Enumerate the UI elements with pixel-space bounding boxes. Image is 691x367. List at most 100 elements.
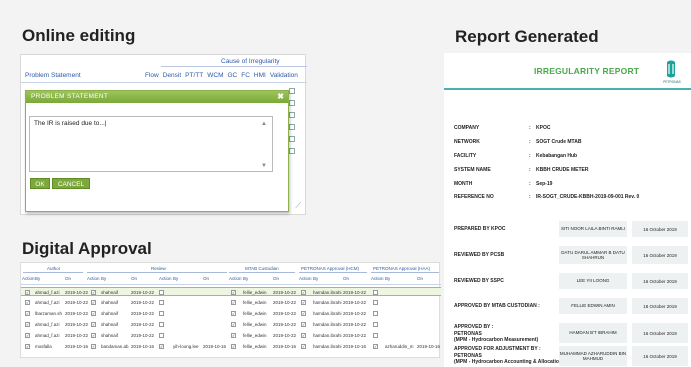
action-checkbox[interactable]: ✓ — [231, 289, 236, 295]
sub-header-on: On — [131, 276, 138, 281]
action-checkbox[interactable]: ✓ — [301, 299, 306, 305]
action-checkbox[interactable]: ✓ — [301, 321, 306, 327]
irregularity-report: IRREGULARITY REPORT PETRONAS COMPANY: KPO… — [444, 53, 691, 367]
cell-by: ahmad_f.azi — [35, 300, 60, 305]
problem-statement-textarea[interactable]: The IR is raised due to...| ▲ ▼ — [29, 116, 273, 172]
row-checkbox[interactable] — [289, 88, 295, 94]
cell-on: 2019-10-22 — [273, 322, 297, 327]
action-checkbox[interactable]: ✓ — [231, 310, 236, 316]
action-checkbox[interactable] — [159, 299, 164, 305]
info-network: NETWORK: SOGT Crude MTAB — [454, 139, 582, 145]
action-checkbox[interactable]: ✓ — [301, 332, 306, 338]
action-checkbox[interactable]: ✓ — [373, 343, 378, 349]
action-checkbox[interactable]: ✓ — [25, 321, 30, 327]
action-checkbox[interactable]: ✓ — [231, 332, 236, 338]
action-checkbox[interactable] — [373, 289, 378, 295]
table-row[interactable]: ✓ ahmad_f.azi 2019-10-22 ✓ shahnaif 2019-10-2… — [21, 298, 441, 307]
action-checkbox[interactable] — [159, 289, 164, 295]
action-checkbox[interactable] — [373, 299, 378, 305]
action-checkbox[interactable] — [159, 310, 164, 316]
table-row[interactable]: ✓ mosfalla 2019-10-16 ✓ bandaman.ab 2019-10-1… — [21, 342, 441, 351]
petronas-logo-icon: PETRONAS — [663, 60, 681, 84]
action-checkbox[interactable] — [373, 321, 378, 327]
action-checkbox[interactable]: ✓ — [91, 310, 96, 316]
action-checkbox[interactable]: ✓ — [25, 343, 30, 349]
action-checkbox[interactable]: ✓ — [25, 299, 30, 305]
cell-on: 2019-10-16 — [65, 344, 89, 349]
scroll-up-icon[interactable]: ▲ — [261, 121, 267, 127]
row-checkbox[interactable] — [289, 100, 295, 106]
action-checkbox[interactable]: ✓ — [91, 332, 96, 338]
row-checkbox[interactable] — [289, 148, 295, 154]
row-checkbox[interactable] — [289, 136, 295, 142]
action-checkbox[interactable]: ✓ — [25, 332, 30, 338]
group-author: Author — [47, 266, 61, 271]
info-reference-no: REFERENCE NO: IR-SOGT_CRUDE-KBBH-2019-09-… — [454, 194, 640, 200]
signoff-name: LEE YII LOONG — [559, 273, 627, 289]
col-gc[interactable]: GC — [227, 72, 237, 79]
col-wcm[interactable]: WCM — [207, 72, 223, 79]
row-checkbox[interactable] — [289, 124, 295, 130]
action-checkbox[interactable]: ✓ — [159, 343, 164, 349]
action-checkbox[interactable]: ✓ — [231, 343, 236, 349]
action-checkbox[interactable] — [373, 332, 378, 338]
table-row[interactable]: ✓ lbarzaman.sh 2019-10-22 ✓ shahnaif 2019-10-… — [21, 309, 441, 318]
table-row[interactable]: ✓ ahmad_f.azi 2019-10-22 ✓ shahnaif 2019-10-2… — [21, 287, 441, 296]
problem-statement-dialog: PROBLEM STATEMENT ✖ The IR is raised due… — [25, 90, 289, 212]
cell-by: shahnaif — [101, 300, 119, 305]
signoff-label: APPROVED FOR ADJUSTMENT BY : PETRONAS (M… — [454, 346, 564, 365]
action-checkbox[interactable]: ✓ — [301, 310, 306, 316]
action-checkbox[interactable]: ✓ — [25, 310, 30, 316]
cell-by: lbarzaman.sh — [35, 311, 63, 316]
cell-on: 2019-10-22 — [65, 311, 89, 316]
action-checkbox[interactable] — [159, 332, 164, 338]
cell-on: 2019-10-16 — [417, 344, 441, 349]
col-pt-tt[interactable]: PT/TT — [185, 72, 203, 79]
col-hmi[interactable]: HMI — [254, 72, 266, 79]
action-checkbox[interactable]: ✓ — [301, 289, 306, 295]
cell-by: yih-loong.lee — [173, 344, 199, 349]
scroll-down-icon[interactable]: ▼ — [261, 163, 267, 169]
dialog-title: PROBLEM STATEMENT — [26, 91, 288, 103]
sub-header-by: By — [243, 276, 249, 281]
close-icon[interactable]: ✖ — [277, 92, 284, 101]
action-checkbox[interactable]: ✓ — [301, 343, 306, 349]
cell-on: 2019-10-22 — [343, 311, 367, 316]
action-checkbox[interactable]: ✓ — [231, 299, 236, 305]
info-facility: FACILITY: Kebabangan Hub — [454, 153, 578, 159]
cell-on: 2019-10-22 — [131, 300, 155, 305]
action-checkbox[interactable]: ✓ — [231, 321, 236, 327]
action-checkbox[interactable]: ✓ — [91, 321, 96, 327]
table-row[interactable]: ✓ ahmad_f.azi 2019-10-22 ✓ shahnaif 2019-10-2… — [21, 320, 441, 329]
group-petronas-haa: PETRONAS Approval (HAA) — [373, 266, 431, 271]
col-validation[interactable]: Validation — [270, 72, 298, 79]
cell-by: hamdan.ibrahi — [313, 290, 342, 295]
cancel-button[interactable]: CANCEL — [52, 178, 90, 189]
cell-on: 2019-10-16 — [203, 344, 227, 349]
action-checkbox[interactable] — [159, 321, 164, 327]
problem-statement-column[interactable]: Problem Statement — [25, 72, 81, 79]
signoff-date: 18 October 2019 — [632, 298, 688, 314]
action-checkbox[interactable]: ✓ — [25, 289, 30, 295]
signoff-name: HAMDAN B'T IBRAHIM — [559, 323, 627, 343]
resize-handle-icon[interactable]: ⟋ — [295, 201, 301, 211]
ok-button[interactable]: OK — [30, 178, 50, 189]
cell-on: 2019-10-22 — [273, 290, 297, 295]
action-checkbox[interactable] — [373, 310, 378, 316]
header-divider — [21, 284, 441, 285]
group-divider — [87, 272, 227, 273]
row-checkbox[interactable] — [289, 112, 295, 118]
signoff-label: REVIEWED BY PCSB — [454, 252, 505, 258]
col-flow[interactable]: Flow — [145, 72, 159, 79]
info-system-name: SYSTEM NAME: KBBH CRUDE METER — [454, 167, 589, 173]
table-row[interactable]: ✓ ahmad_f.azi 2019-10-22 ✓ shahnaif 2019-10-2… — [21, 331, 441, 340]
cell-on: 2019-10-22 — [131, 290, 155, 295]
cause-of-irregularity-header: Cause of Irregularity — [221, 58, 280, 65]
action-checkbox[interactable]: ✓ — [91, 289, 96, 295]
col-densit[interactable]: Densit — [163, 72, 181, 79]
cell-by: hamdan.ibrahi — [313, 311, 342, 316]
action-checkbox[interactable]: ✓ — [91, 299, 96, 305]
signoff-name: DATU DARUL AMMAR B DATU SHAHRUN — [559, 246, 627, 264]
col-fc[interactable]: FC — [241, 72, 250, 79]
action-checkbox[interactable]: ✓ — [91, 343, 96, 349]
